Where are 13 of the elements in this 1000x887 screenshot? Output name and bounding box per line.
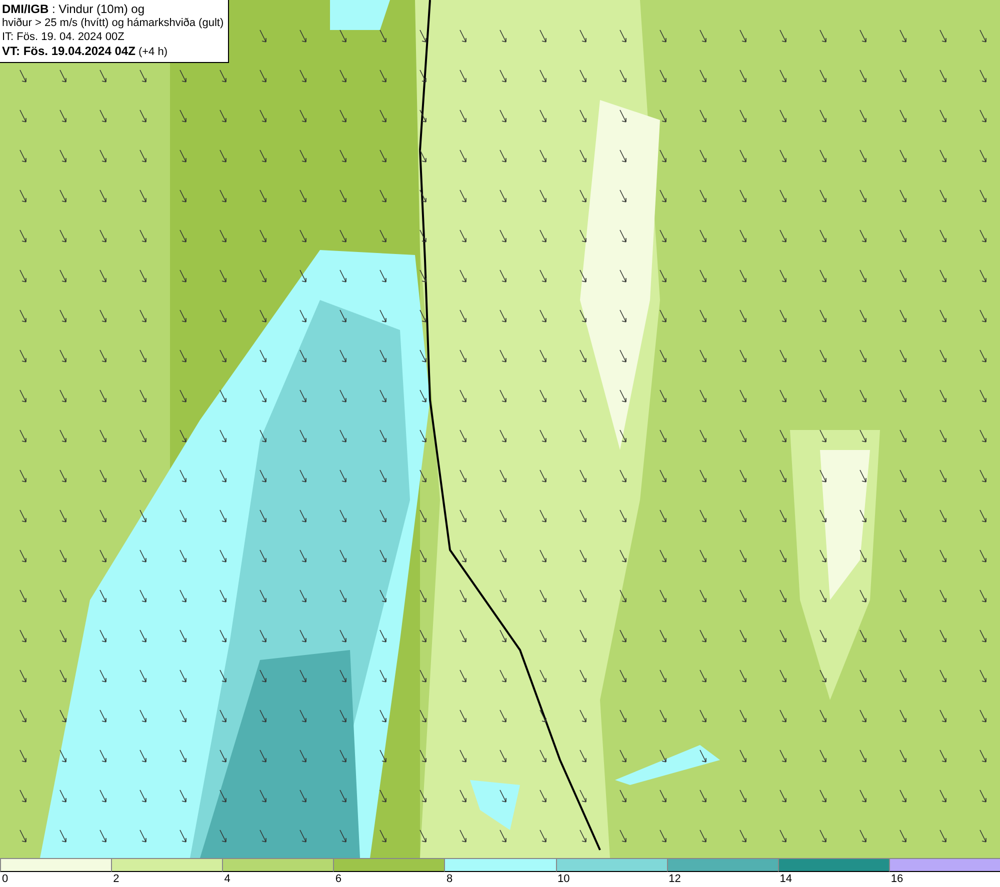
legend-tick-label: 10 <box>556 872 570 886</box>
legend-tick-label: 12 <box>668 872 681 886</box>
legend-tick-label: 0 <box>1 872 8 886</box>
legend-tick-label: 8 <box>445 872 453 886</box>
legend-tick-label: 4 <box>223 872 230 886</box>
title-line: VT: Fös. 19.04.2024 04Z (+4 h) <box>2 44 169 59</box>
title-line: hviður > 25 m/s (hvítt) og hámarkshviða (gult) <box>2 16 224 30</box>
legend-tick-label: 2 <box>112 872 120 886</box>
legend-tick-label: 14 <box>778 872 792 886</box>
title-line: IT: Fös. 19. 04. 2024 00Z <box>2 30 126 44</box>
legend-tick-label: 16 <box>890 872 904 886</box>
legend-tick-label: 6 <box>334 872 342 886</box>
title-line: DMI/IGB : Vindur (10m) og <box>2 2 146 16</box>
